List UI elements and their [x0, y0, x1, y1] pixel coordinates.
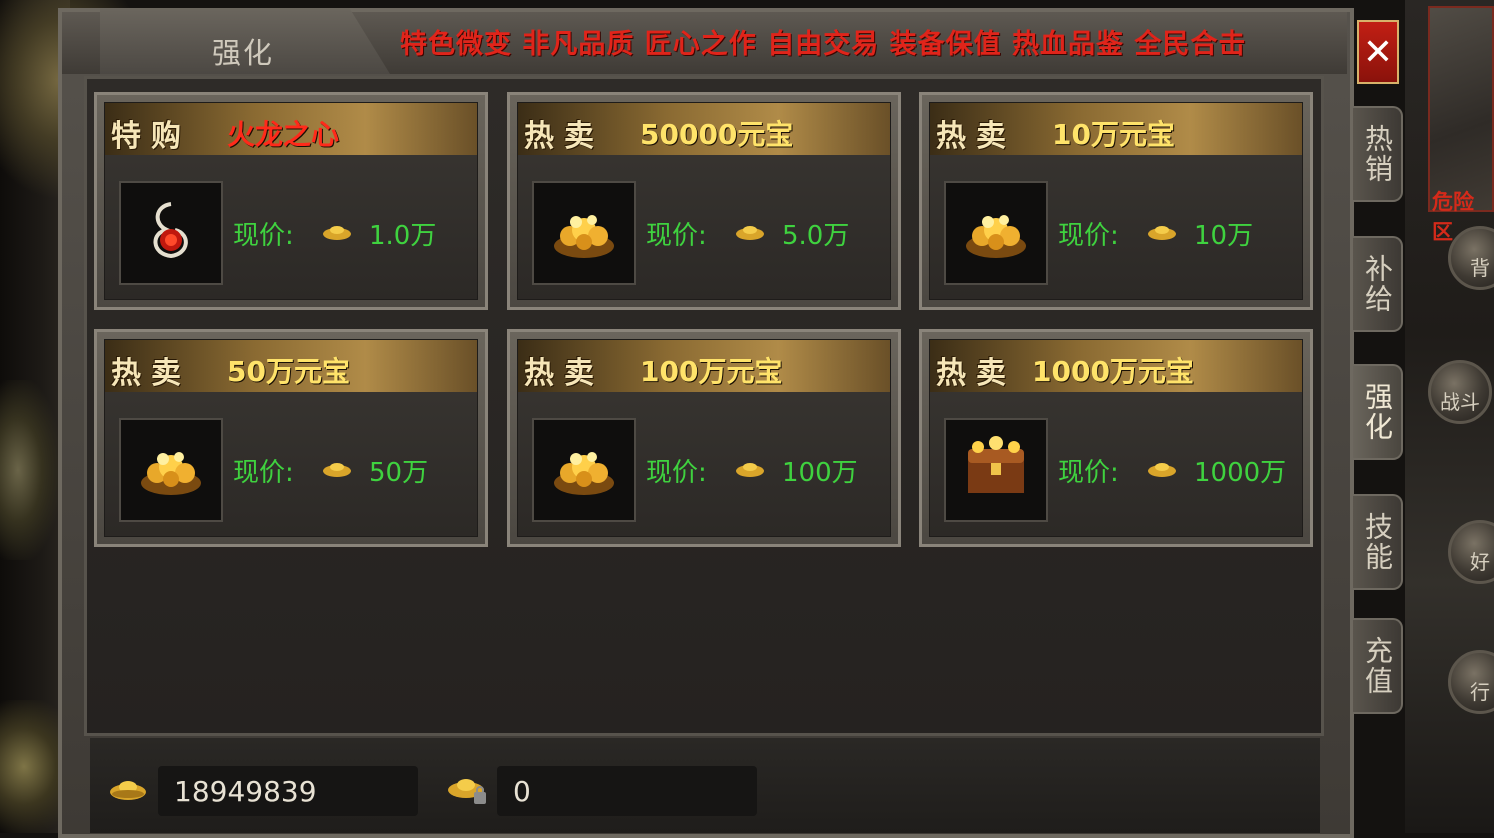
- product-card-body: 热卖 50000元宝现价: 5.0万: [517, 102, 891, 300]
- product-price: 100万: [782, 458, 858, 488]
- price-label: 现价:: [646, 458, 707, 488]
- product-card-body: 热卖 50万元宝现价: 50万: [104, 339, 478, 537]
- side-tab[interactable]: 充值: [1353, 618, 1403, 714]
- gold-pile-icon: [958, 196, 1034, 270]
- close-button[interactable]: ✕: [1357, 20, 1399, 84]
- price-label: 现价:: [646, 221, 707, 251]
- product-header: 热卖 1000万元宝: [930, 340, 1302, 392]
- item-slot[interactable]: [119, 418, 223, 522]
- price-label: 现价:: [1058, 221, 1119, 251]
- item-slot[interactable]: [532, 181, 636, 285]
- side-tab[interactable]: 强化: [1353, 364, 1403, 460]
- product-tag: 热卖: [111, 356, 191, 391]
- product-tag: 热卖: [936, 356, 1016, 391]
- battle-button[interactable]: 战斗: [1428, 360, 1492, 424]
- item-slot[interactable]: [119, 181, 223, 285]
- friends-button-label: 好: [1470, 550, 1490, 574]
- product-name: 100万元宝: [640, 355, 783, 388]
- item-slot[interactable]: [944, 418, 1048, 522]
- gold-ingot-icon: [1148, 226, 1176, 240]
- product-header: 热卖 50000元宝: [518, 103, 890, 155]
- gold-ingot-icon: [323, 226, 351, 240]
- price-label: 现价:: [233, 221, 294, 251]
- price-label: 现价:: [233, 458, 294, 488]
- product-name: 火龙之心: [227, 118, 340, 151]
- gold-ingot-icon: [736, 463, 764, 477]
- minimap[interactable]: [1428, 6, 1494, 212]
- side-tab[interactable]: 技能: [1353, 494, 1403, 590]
- product-tag: 特购: [111, 119, 191, 154]
- battle-button-label: 战斗: [1440, 390, 1480, 414]
- window-title: 强化: [212, 36, 275, 70]
- product-header: 热卖 10万元宝: [930, 103, 1302, 155]
- gold-ingot-icon: [323, 463, 351, 477]
- product-card[interactable]: 热卖 50万元宝现价: 50万: [94, 329, 488, 547]
- gold-pile-icon: [546, 433, 622, 507]
- close-icon: ✕: [1362, 31, 1394, 73]
- gold-pile-icon: [546, 196, 622, 270]
- product-card-body: 热卖 100万元宝现价: 100万: [517, 339, 891, 537]
- treasure-chest-icon: [958, 433, 1034, 507]
- side-tab[interactable]: 热销: [1353, 106, 1403, 202]
- product-card[interactable]: 热卖 1000万元宝现价: 1000万: [919, 329, 1313, 547]
- product-tag: 热卖: [936, 119, 1016, 154]
- product-tag: 热卖: [524, 119, 604, 154]
- price-label: 现价:: [1058, 458, 1119, 488]
- product-header: 特购 火龙之心: [105, 103, 477, 155]
- product-card[interactable]: 特购 火龙之心现价: 1.0万: [94, 92, 488, 310]
- action-button-label: 行: [1470, 680, 1490, 704]
- product-price: 1000万: [1194, 458, 1287, 488]
- gold-ingot-icon: [736, 226, 764, 240]
- item-slot[interactable]: [532, 418, 636, 522]
- product-card-body: 特购 火龙之心现价: 1.0万: [104, 102, 478, 300]
- marquee-slogan: 特色微变 非凡品质 匠心之作 自由交易 装备保值 热血品鉴 全民合击: [400, 29, 1247, 60]
- gold-balance: 18949839: [158, 766, 418, 816]
- gold-ingot-icon: [1148, 463, 1176, 477]
- product-price: 50万: [369, 458, 429, 488]
- product-card-body: 热卖 1000万元宝现价: 1000万: [929, 339, 1303, 537]
- product-card[interactable]: 热卖 100万元宝现价: 100万: [507, 329, 901, 547]
- product-price: 5.0万: [782, 221, 850, 251]
- product-name: 10万元宝: [1052, 118, 1175, 151]
- gold-ingot-icon: [110, 781, 146, 800]
- product-name: 1000万元宝: [1032, 355, 1194, 388]
- product-price: 1.0万: [369, 221, 437, 251]
- item-slot[interactable]: [944, 181, 1048, 285]
- product-header: 热卖 100万元宝: [518, 340, 890, 392]
- product-card[interactable]: 热卖 50000元宝现价: 5.0万: [507, 92, 901, 310]
- bound-gold-balance: 0: [497, 766, 757, 816]
- product-header: 热卖 50万元宝: [105, 340, 477, 392]
- fire-dragon-heart-icon: [141, 196, 201, 270]
- dragon-ornament: [0, 380, 60, 560]
- product-card-body: 热卖 10万元宝现价: 10万: [929, 102, 1303, 300]
- product-tag: 热卖: [524, 356, 604, 391]
- gold-pile-icon: [133, 433, 209, 507]
- product-name: 50万元宝: [227, 355, 350, 388]
- product-name: 50000元宝: [640, 118, 794, 151]
- product-card[interactable]: 热卖 10万元宝现价: 10万: [919, 92, 1313, 310]
- bound-gold-ingot-icon: [448, 779, 486, 804]
- bag-button-label: 背: [1470, 256, 1490, 280]
- product-price: 10万: [1194, 221, 1254, 251]
- side-tab[interactable]: 补给: [1353, 236, 1403, 332]
